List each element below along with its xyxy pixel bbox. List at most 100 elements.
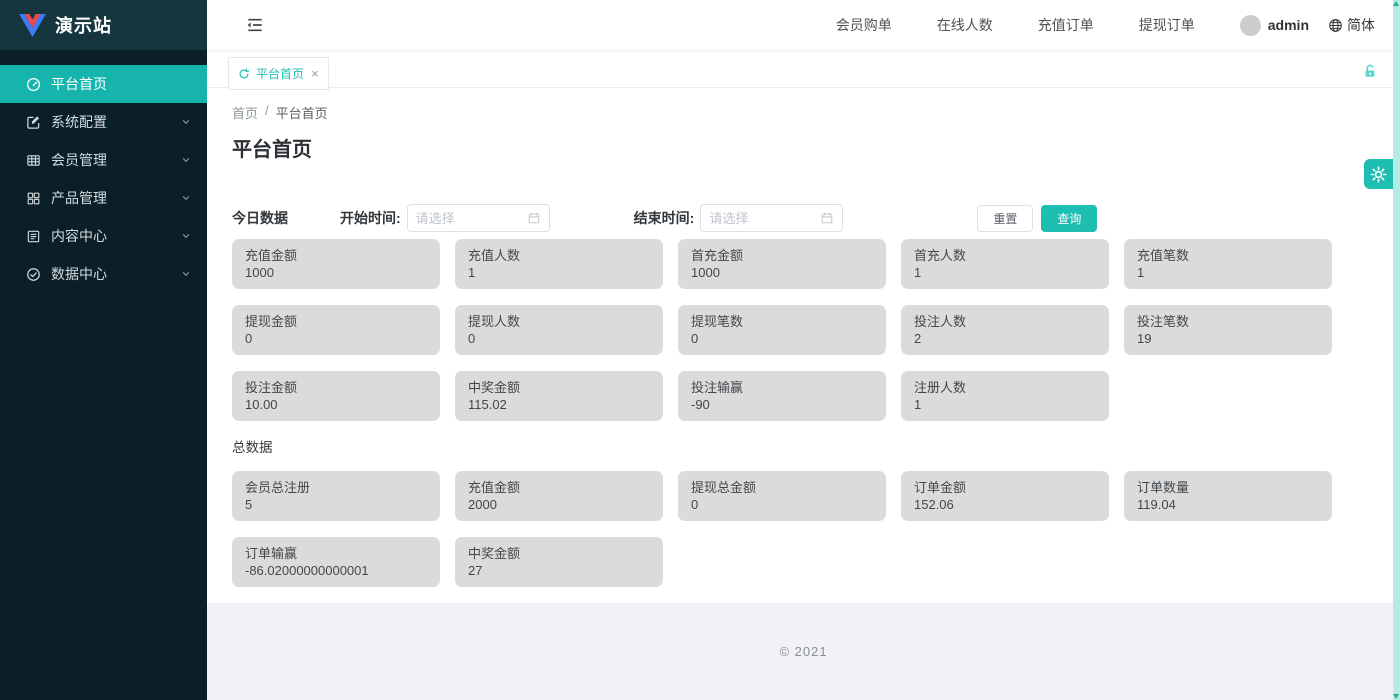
sidebar-menu: 平台首页 系统配置 会员管理 产品管理 内容中心 数据中心 (0, 50, 207, 293)
stat-card: 订单金额 152.06 (901, 471, 1109, 521)
sidebar-item-label: 内容中心 (51, 228, 107, 244)
sidebar-item[interactable]: 内容中心 (0, 217, 207, 255)
stat-card: 首充人数 1 (901, 239, 1109, 289)
stat-card-value: 1000 (691, 265, 720, 280)
end-date-picker[interactable] (700, 204, 844, 232)
stat-card-value: -86.02000000000001 (245, 563, 369, 578)
settings-button[interactable] (1364, 159, 1393, 189)
sidebar-item-label: 平台首页 (51, 76, 107, 92)
stat-card-label: 中奖金额 (468, 380, 521, 395)
stat-card-label: 首充金额 (691, 248, 744, 263)
stat-card-value: 1000 (245, 265, 274, 280)
scroll-up-arrow[interactable] (1393, 1, 1399, 6)
grid-icon (26, 191, 41, 206)
breadcrumb-separator: / (265, 103, 269, 118)
stat-card: 充值人数 1 (455, 239, 663, 289)
sidebar-item[interactable]: 会员管理 (0, 141, 207, 179)
stat-card-label: 投注笔数 (1137, 314, 1190, 329)
gear-icon (1369, 165, 1388, 184)
end-date-input[interactable] (709, 210, 821, 226)
sidebar-item[interactable]: 产品管理 (0, 179, 207, 217)
stat-card: 中奖金额 27 (455, 537, 663, 587)
refresh-icon[interactable] (238, 67, 250, 80)
main-area: 会员购单 在线人数 充值订单 提现订单 admin 简体 平台首页 × 首页 /… (207, 0, 1400, 700)
stat-card-value: 2000 (468, 497, 497, 512)
stat-card: 中奖金额 115.02 (455, 371, 663, 421)
today-data-label: 今日数据 (232, 210, 288, 226)
breadcrumb-current: 平台首页 (275, 106, 328, 121)
chevron-down-icon (180, 268, 192, 280)
menu-fold-icon[interactable] (245, 15, 265, 35)
header-link[interactable]: 在线人数 (937, 15, 993, 35)
stat-card-value: 152.06 (914, 497, 954, 512)
stat-card-label: 充值金额 (468, 480, 521, 495)
stat-card-label: 会员总注册 (245, 480, 311, 495)
user-menu[interactable]: admin (1239, 14, 1309, 36)
stat-card-value: 1 (468, 265, 476, 280)
app-logo[interactable]: 演示站 (0, 0, 207, 50)
chevron-down-icon (180, 192, 192, 204)
search-button[interactable]: 查询 (1041, 204, 1098, 232)
dashboard-icon (26, 77, 41, 92)
stat-card: 会员总注册 5 (232, 471, 440, 521)
start-date-input[interactable] (415, 210, 527, 226)
stat-card: 充值金额 2000 (455, 471, 663, 521)
filter-row: 今日数据 开始时间: 结束时间: 重置 查询 (232, 204, 1400, 232)
end-time-label: 结束时间: (633, 210, 695, 226)
tab-platform-home[interactable]: 平台首页 × (228, 57, 329, 90)
scroll-down-arrow[interactable] (1393, 694, 1399, 699)
stat-card-label: 投注输赢 (691, 380, 744, 395)
stat-card-label: 提现笔数 (691, 314, 744, 329)
sidebar-item[interactable]: 平台首页 (0, 65, 207, 103)
sidebar-item-label: 会员管理 (51, 152, 107, 168)
lock-open-icon[interactable] (1362, 63, 1378, 80)
stat-card-value: 1 (914, 265, 922, 280)
avatar (1239, 14, 1261, 36)
header-link[interactable]: 会员购单 (836, 15, 892, 35)
stat-card: 充值金额 1000 (232, 239, 440, 289)
reset-button[interactable]: 重置 (977, 204, 1034, 232)
footer-copyright: © 2021 (207, 603, 1400, 700)
stat-card: 注册人数 1 (901, 371, 1109, 421)
header-link[interactable]: 充值订单 (1038, 15, 1094, 35)
stat-card-label: 充值金额 (245, 248, 298, 263)
start-date-picker[interactable] (406, 204, 550, 232)
stat-card-value: 115.02 (468, 397, 507, 412)
stat-card-value: 19 (1137, 331, 1152, 346)
tab-label: 平台首页 (256, 67, 305, 81)
stat-card-label: 首充人数 (914, 248, 967, 263)
stat-card: 充值笔数 1 (1124, 239, 1332, 289)
globe-icon (1328, 18, 1343, 33)
sidebar-item[interactable]: 系统配置 (0, 103, 207, 141)
total-data-label: 总数据 (232, 440, 273, 455)
breadcrumb-home[interactable]: 首页 (232, 103, 258, 122)
chevron-down-icon (180, 230, 192, 242)
stat-card: 投注输赢 -90 (678, 371, 886, 421)
close-icon[interactable]: × (311, 67, 319, 80)
stat-card-value: 5 (245, 497, 253, 512)
stat-card-value: 10.00 (245, 397, 278, 412)
document-icon (26, 229, 41, 244)
username: admin (1267, 17, 1309, 33)
sidebar-item-label: 数据中心 (51, 266, 107, 282)
stat-card-label: 注册人数 (914, 380, 967, 395)
page-scrollbar[interactable] (1393, 0, 1400, 700)
stat-card-label: 提现人数 (468, 314, 521, 329)
stat-card: 订单输赢 -86.02000000000001 (232, 537, 440, 587)
stat-card-value: 1 (914, 397, 922, 412)
stat-card-label: 订单金额 (914, 480, 967, 495)
stat-card: 首充金额 1000 (678, 239, 886, 289)
stat-card-value: 0 (691, 497, 699, 512)
language-switch[interactable]: 简体 (1328, 15, 1385, 35)
stat-card-label: 订单数量 (1137, 480, 1190, 495)
stat-card: 提现总金额 0 (678, 471, 886, 521)
header-link[interactable]: 提现订单 (1139, 15, 1195, 35)
vue-logo-icon (19, 13, 46, 37)
sidebar-item[interactable]: 数据中心 (0, 255, 207, 293)
today-stats-grid: 充值金额 1000 充值人数 1 首充金额 1000 首充人数 1 充值笔数 1… (232, 239, 1332, 421)
page-content: 首页 / 平台首页 平台首页 今日数据 开始时间: 结束时间: 重置 查询 (207, 88, 1400, 603)
stat-card-value: 119.04 (1137, 497, 1176, 512)
stat-card-value: 0 (691, 331, 699, 346)
stat-card-label: 充值笔数 (1137, 248, 1190, 263)
breadcrumb: 首页 / 平台首页 (232, 103, 1400, 122)
